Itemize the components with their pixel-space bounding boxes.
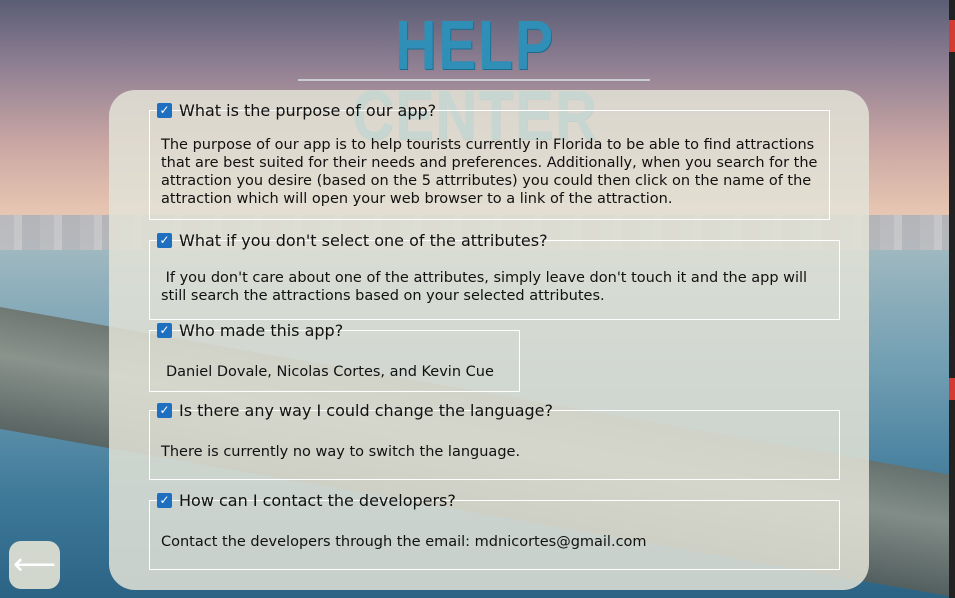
window-edge-strip — [949, 0, 955, 598]
left-arrow-icon: ⟵ — [12, 547, 56, 582]
faq-question[interactable]: ✓ What is the purpose of our app? — [157, 101, 436, 120]
faq-question[interactable]: ✓ Who made this app? — [157, 321, 343, 340]
answer-text: Contact the developers through the email… — [161, 534, 647, 550]
answer-text: Daniel Dovale, Nicolas Cortes, and Kevin… — [166, 364, 494, 380]
checkbox-checked-icon[interactable]: ✓ — [157, 103, 172, 118]
checkbox-checked-icon[interactable]: ✓ — [157, 403, 172, 418]
question-label: Is there any way I could change the lang… — [179, 401, 554, 420]
faq-question[interactable]: ✓ Is there any way I could change the la… — [157, 401, 553, 420]
checkbox-checked-icon[interactable]: ✓ — [157, 323, 172, 338]
faq-question[interactable]: ✓ How can I contact the developers? — [157, 491, 456, 510]
answer-text: There is currently no way to switch the … — [161, 444, 521, 460]
question-label: What if you don't select one of the attr… — [179, 231, 548, 250]
title-underline — [298, 79, 650, 81]
answer-text: If you don't care about one of the attri… — [161, 270, 812, 304]
answer-text: The purpose of our app is to help touris… — [161, 137, 818, 207]
question-label: Who made this app? — [179, 321, 344, 340]
checkbox-checked-icon[interactable]: ✓ — [157, 493, 172, 508]
page-title: HELP CENTER — [352, 6, 596, 150]
checkbox-checked-icon[interactable]: ✓ — [157, 233, 172, 248]
question-label: What is the purpose of our app? — [179, 101, 437, 120]
edge-marker — [949, 378, 955, 400]
faq-question[interactable]: ✓ What if you don't select one of the at… — [157, 231, 548, 250]
back-button[interactable]: ⟵ — [9, 541, 60, 589]
question-label: How can I contact the developers? — [179, 491, 456, 510]
edge-marker — [949, 20, 955, 52]
